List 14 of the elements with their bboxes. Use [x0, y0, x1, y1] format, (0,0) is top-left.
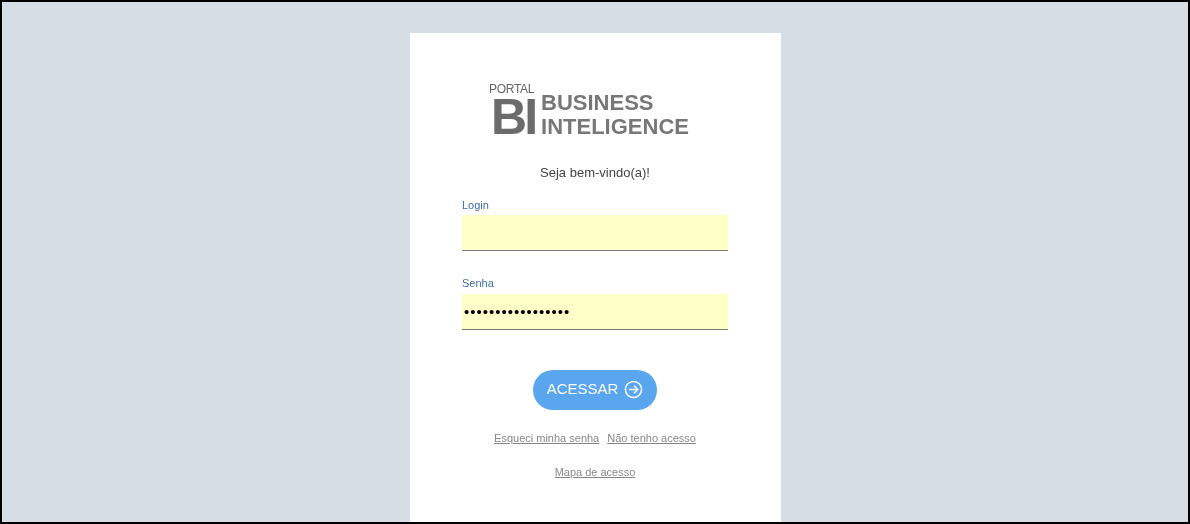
logo-text: BUSINESS [541, 91, 655, 115]
input-field[interactable] [462, 215, 728, 251]
text-link[interactable]: Mapa de acesso [554, 464, 636, 481]
logo-portal-text: PORTAL [489, 83, 535, 95]
welcome-text: Seja bem-vindo(a)! [540, 164, 650, 182]
logo-text: INTELIGENCE [541, 115, 689, 139]
logo-mark: BI [491, 95, 536, 139]
text-link[interactable]: Não tenho acesso [607, 429, 696, 446]
field-label: Login [462, 197, 490, 213]
input-field[interactable]: ••••••••••••••••• [462, 293, 728, 330]
submit-button[interactable]: ACESSAR [532, 369, 658, 410]
text-link[interactable]: Esqueci minha senha [494, 429, 600, 446]
arrow-right-icon [624, 380, 644, 399]
field-label: Senha [462, 276, 495, 291]
